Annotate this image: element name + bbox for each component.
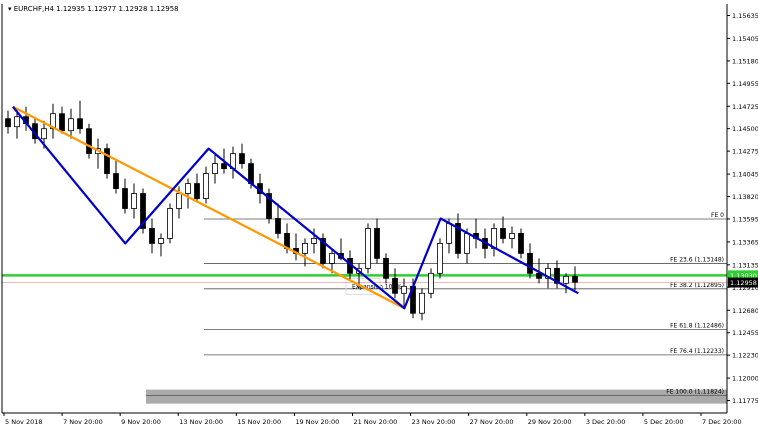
candle-body xyxy=(104,148,110,174)
fib-level-label: FE 76.4 (1.12233) xyxy=(670,348,724,355)
candle-body xyxy=(446,223,452,244)
candle-body xyxy=(563,275,569,284)
candle-body xyxy=(68,118,74,132)
candles-layer xyxy=(5,100,578,321)
candle-body xyxy=(86,128,92,155)
fe-100-band xyxy=(146,389,727,404)
candle-body xyxy=(5,118,11,128)
candlestick-chart[interactable]: FE 0FE 23.6 (1.13148)FE 38.2 (1.12895)FE… xyxy=(0,0,758,431)
x-tick-label: 27 Nov 20:00 xyxy=(470,418,514,426)
chart-title: ▾ EURCHF,H4 1.12935 1.12977 1.12928 1.12… xyxy=(8,5,179,13)
candle-body xyxy=(131,193,137,209)
y-tick-label: 1.15405 xyxy=(732,35,758,43)
x-tick-label: 9 Nov 20:00 xyxy=(121,418,161,426)
candle-body xyxy=(158,238,164,244)
y-tick-label: 1.12000 xyxy=(732,375,758,383)
candle-body xyxy=(383,257,389,279)
x-tick-label: 13 Nov 20:00 xyxy=(179,418,223,426)
x-tick-label: 7 Dec 20:00 xyxy=(702,418,742,426)
candle-body xyxy=(518,233,524,254)
candle-body xyxy=(428,272,434,294)
price-labels: 1.130301.12958 xyxy=(728,270,758,288)
candle-body xyxy=(275,218,281,234)
y-tick-label: 1.14725 xyxy=(732,103,758,111)
candle-body xyxy=(500,228,506,239)
candle-body xyxy=(329,252,335,264)
candle-body xyxy=(437,243,443,274)
blue-trend-line xyxy=(12,106,579,310)
candle-body xyxy=(113,173,119,189)
candle-body xyxy=(149,228,155,244)
candle-body xyxy=(464,233,470,254)
candle-body xyxy=(41,128,47,140)
x-tick-label: 23 Nov 20:00 xyxy=(412,418,456,426)
y-tick-label: 1.13820 xyxy=(732,193,758,201)
x-tick-label: 21 Nov 20:00 xyxy=(354,418,398,426)
candle-body xyxy=(167,208,173,239)
x-tick-label: 5 Dec 20:00 xyxy=(644,418,684,426)
fib-level-label: FE 100.0 (1.11824) xyxy=(666,389,724,396)
candle-body xyxy=(122,188,128,209)
orange-trend-line xyxy=(12,105,405,310)
axes: 1.15635 1.15405 1.15180 1.14955 1.14725 1.145… xyxy=(1,4,758,426)
candle-body xyxy=(203,173,209,199)
candle-body xyxy=(176,193,182,209)
y-tick-label: 1.13135 xyxy=(732,261,758,269)
fib-level-lines: FE 0FE 23.6 (1.13148)FE 38.2 (1.12895)FE… xyxy=(2,212,727,397)
x-tick-label: 3 Dec 20:00 xyxy=(586,418,626,426)
y-tick-label: 1.14045 xyxy=(732,171,758,179)
candle-body xyxy=(311,238,317,244)
y-tick-label: 1.13365 xyxy=(732,238,758,246)
y-tick-label: 1.14275 xyxy=(732,148,758,156)
fe-100-band-layer xyxy=(146,389,727,404)
y-tick-label: 1.15180 xyxy=(732,57,758,65)
candle-body xyxy=(239,153,245,165)
y-tick-label: 1.12230 xyxy=(732,352,758,360)
y-tick-label: 1.15635 xyxy=(732,12,758,20)
candle-body xyxy=(365,228,371,269)
x-tick-label: 7 Nov 20:00 xyxy=(63,418,103,426)
x-tick-label: 29 Nov 20:00 xyxy=(528,418,572,426)
current-price-label: 1.12958 xyxy=(730,279,757,287)
candle-body xyxy=(221,163,227,169)
candle-body xyxy=(509,233,515,239)
fib-level-label: FE 61.8 (1.12486) xyxy=(670,323,724,330)
y-tick-label: 1.12680 xyxy=(732,307,758,315)
y-tick-label: 1.13595 xyxy=(732,215,758,223)
candle-body xyxy=(194,183,200,199)
x-tick-label: 15 Nov 20:00 xyxy=(237,418,281,426)
fib-level-label: FE 0 xyxy=(711,212,724,219)
candle-body xyxy=(185,183,191,194)
fib-level-label: FE 23.6 (1.13148) xyxy=(670,257,724,264)
y-tick-label: 1.12455 xyxy=(732,329,758,337)
candle-body xyxy=(392,277,398,294)
candle-body xyxy=(77,118,83,130)
candle-body xyxy=(527,252,533,274)
y-tick-label: 1.14500 xyxy=(732,125,758,133)
candle-body xyxy=(302,243,308,254)
candle-body xyxy=(572,275,578,283)
candle-body xyxy=(59,113,65,132)
candle-body xyxy=(212,163,218,174)
candle-body xyxy=(401,285,407,294)
y-tick-label: 1.11775 xyxy=(732,397,758,405)
y-tick-label: 1.14955 xyxy=(732,80,758,88)
x-tick-label: 19 Nov 20:00 xyxy=(295,418,339,426)
candle-body xyxy=(374,228,380,259)
candle-body xyxy=(419,292,425,314)
x-tick-label: 5 Nov 2018 xyxy=(5,418,43,426)
candle-body xyxy=(14,116,20,128)
trend-lines xyxy=(12,105,579,310)
